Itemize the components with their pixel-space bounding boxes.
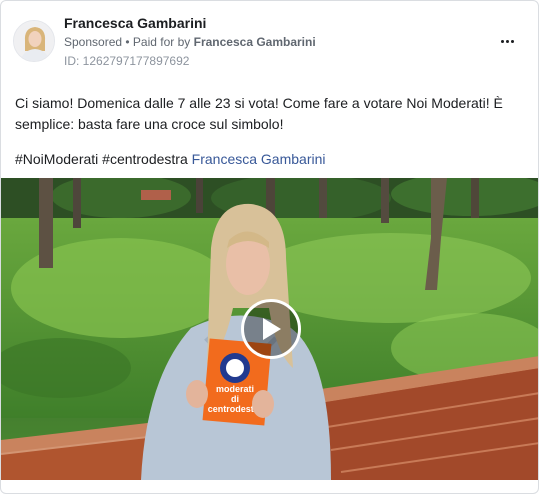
book-text-2: di <box>231 394 239 404</box>
paid-for-label: Paid for by <box>132 35 194 49</box>
avatar[interactable] <box>13 20 55 62</box>
author-name[interactable]: Francesca Gambarini <box>64 15 206 31</box>
more-options-icon[interactable] <box>495 31 519 51</box>
ad-card: Francesca Gambarini Sponsored • Paid for… <box>0 0 539 494</box>
hashtags-line: #NoiModerati #centrodestra Francesca Gam… <box>15 151 325 167</box>
post-header: Francesca Gambarini Sponsored • Paid for… <box>1 1 538 77</box>
paid-for-name: Francesca Gambarini <box>193 35 316 49</box>
ad-id: ID: 1262797177897692 <box>64 54 190 68</box>
sponsored-label: Sponsored <box>64 35 123 49</box>
hashtags[interactable]: #NoiModerati #centrodestra <box>15 151 192 167</box>
mention-link[interactable]: Francesca Gambarini <box>192 151 326 167</box>
book-text-1: moderati <box>216 384 254 394</box>
play-icon <box>263 318 281 340</box>
sponsored-line: Sponsored • Paid for by Francesca Gambar… <box>64 35 316 49</box>
separator-dot: • <box>122 35 133 49</box>
play-button[interactable] <box>241 299 301 359</box>
post-message: Ci siamo! Domenica dalle 7 alle 23 si vo… <box>15 95 503 132</box>
